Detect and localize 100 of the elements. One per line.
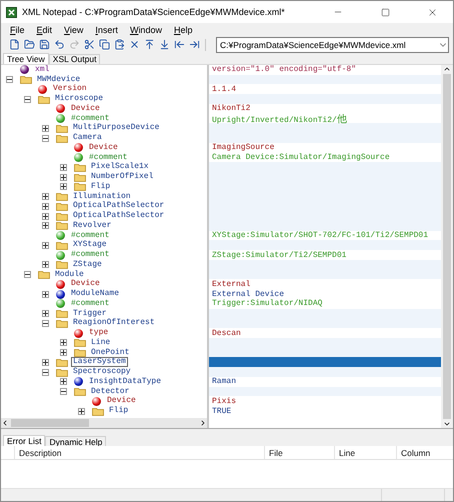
node-value[interactable]: Upright/Inverted/NikonTi2/他 [212,112,347,126]
tree-node[interactable]: #comment [69,298,112,309]
expand-toggle[interactable] [60,378,67,386]
tree-node[interactable]: Device [87,142,120,153]
tree-node[interactable]: ZStage [71,260,104,270]
collapse-toggle[interactable] [42,368,49,376]
node-ball-icon [20,65,29,74]
expand-toggle[interactable] [60,183,67,190]
close-icon[interactable] [426,6,438,18]
column-header[interactable]: File [264,446,334,460]
tree-node[interactable]: NumberOfPixel [89,172,156,182]
collapse-toggle[interactable] [60,388,67,396]
tree-node[interactable]: Microscope [53,94,106,104]
tree-node[interactable]: Revolver [71,220,114,231]
node-value[interactable]: ZStage:Simulator/Ti2/SEMPD01 [212,250,346,260]
node-value[interactable]: XYStage:Simulator/SHOT-702/FC-101/Ti2/SEMPD01 [212,231,428,240]
menu-item[interactable]: Window [124,24,167,35]
node-value[interactable]: Camera Device:Simulator/ImagingSource [212,153,390,162]
expand-toggle[interactable] [42,290,49,298]
tab[interactable]: Tree View [3,52,49,64]
expand-toggle[interactable] [42,124,49,132]
menu-item[interactable]: Insert [90,24,123,35]
expand-toggle[interactable] [60,164,67,171]
node-value[interactable]: version="1.0" encoding="utf-8" [212,65,356,74]
vertical-scrollbar[interactable] [441,64,453,428]
collapse-toggle[interactable] [24,271,31,278]
scrollbar-thumb[interactable] [11,419,89,428]
tree-node[interactable]: #comment [87,152,130,163]
tree-node[interactable]: Flip [89,182,112,192]
tree-node[interactable]: Trigger [71,308,109,319]
collapse-toggle[interactable] [6,76,13,84]
horizontal-scrollbar[interactable] [1,418,207,428]
node-value[interactable]: 1.1.4 [212,84,236,94]
tree-node[interactable]: Camera [71,133,104,144]
node-value[interactable]: External [212,280,250,289]
selected-value-row[interactable] [209,357,441,368]
tab[interactable]: Dynamic Help [45,436,106,446]
tree-node[interactable]: #comment [69,114,112,124]
expand-toggle[interactable] [60,174,67,181]
tree-node[interactable]: xml [33,64,52,75]
column-header[interactable]: Line [334,446,396,460]
node-value[interactable]: Pixis [212,396,236,406]
menu-item[interactable]: Edit [32,24,58,35]
expand-toggle[interactable] [42,310,49,318]
tree-node[interactable]: ReagionOfInterest [71,318,157,328]
tree-node[interactable]: #comment [69,250,112,260]
collapse-toggle[interactable] [42,320,49,327]
menu-item[interactable]: Help [168,24,198,35]
menu-item[interactable]: View [59,24,88,35]
expand-toggle[interactable] [60,339,67,346]
tree-node[interactable]: Device [69,104,102,114]
expand-toggle[interactable] [42,202,49,210]
tree-node[interactable]: Detector [89,386,132,397]
scroll-left-icon[interactable] [1,419,9,428]
tree-node[interactable]: #comment [69,230,112,241]
node-value[interactable]: External Device [212,290,284,299]
node-value[interactable]: Trigger:Simulator/NIDAQ [212,299,322,308]
tab[interactable]: XSL Output [48,54,100,64]
tree-node[interactable]: PixelScale1x [89,162,151,172]
tree-node[interactable]: Spectroscopy [71,367,133,378]
column-header[interactable]: Description [14,446,264,460]
tree-node[interactable]: Module [53,270,86,280]
tree-node[interactable]: Version [51,84,89,94]
collapse-toggle[interactable] [24,96,31,103]
maximize-icon[interactable] [380,8,390,16]
tree-node[interactable]: OpticalPathSelector [71,211,166,222]
tree-node[interactable]: Line [89,338,112,348]
column-header[interactable]: Column [396,446,453,460]
expand-toggle[interactable] [42,358,49,366]
tree-node[interactable]: Device [69,279,102,290]
tree-node[interactable]: LaserSystem [71,357,128,368]
node-value[interactable]: Raman [212,377,236,386]
tree-node[interactable]: OpticalPathSelector [71,201,166,212]
tree-node[interactable]: type [87,328,110,338]
tree-node[interactable]: MultiPurposeDevice [71,123,162,134]
expand-toggle[interactable] [42,212,49,220]
tree-node[interactable]: InsightDataType [87,376,164,387]
tree-node[interactable]: XYStage [71,240,109,250]
expand-toggle[interactable] [42,261,49,268]
expand-toggle[interactable] [42,242,49,249]
node-value[interactable]: ImagingSource [212,143,274,152]
menu-item[interactable]: File [5,24,30,35]
tree-node[interactable]: OnePoint [89,348,132,358]
node-value[interactable]: TRUE [212,406,232,416]
tree-node[interactable]: ModuleName [69,289,122,300]
expand-toggle[interactable] [60,349,67,356]
tree-node[interactable]: MWMdevice [35,74,82,85]
expand-toggle[interactable] [78,408,85,415]
location-field[interactable]: C:¥ProgramData¥ScienceEdge¥MWMdevice.xml [216,36,449,53]
tree-node[interactable]: Illumination [71,192,133,202]
collapse-toggle[interactable] [42,134,49,142]
node-value[interactable]: Descan [212,328,241,338]
scroll-right-icon[interactable] [199,419,207,428]
expand-toggle[interactable] [42,222,49,230]
scrollbar-thumb[interactable] [443,74,451,420]
tab[interactable]: Error List [3,435,46,446]
node-value[interactable]: NikonTi2 [212,104,250,114]
expand-toggle[interactable] [42,193,49,200]
tree-node[interactable]: Flip [107,406,130,416]
tree-node[interactable]: Device [105,396,138,406]
